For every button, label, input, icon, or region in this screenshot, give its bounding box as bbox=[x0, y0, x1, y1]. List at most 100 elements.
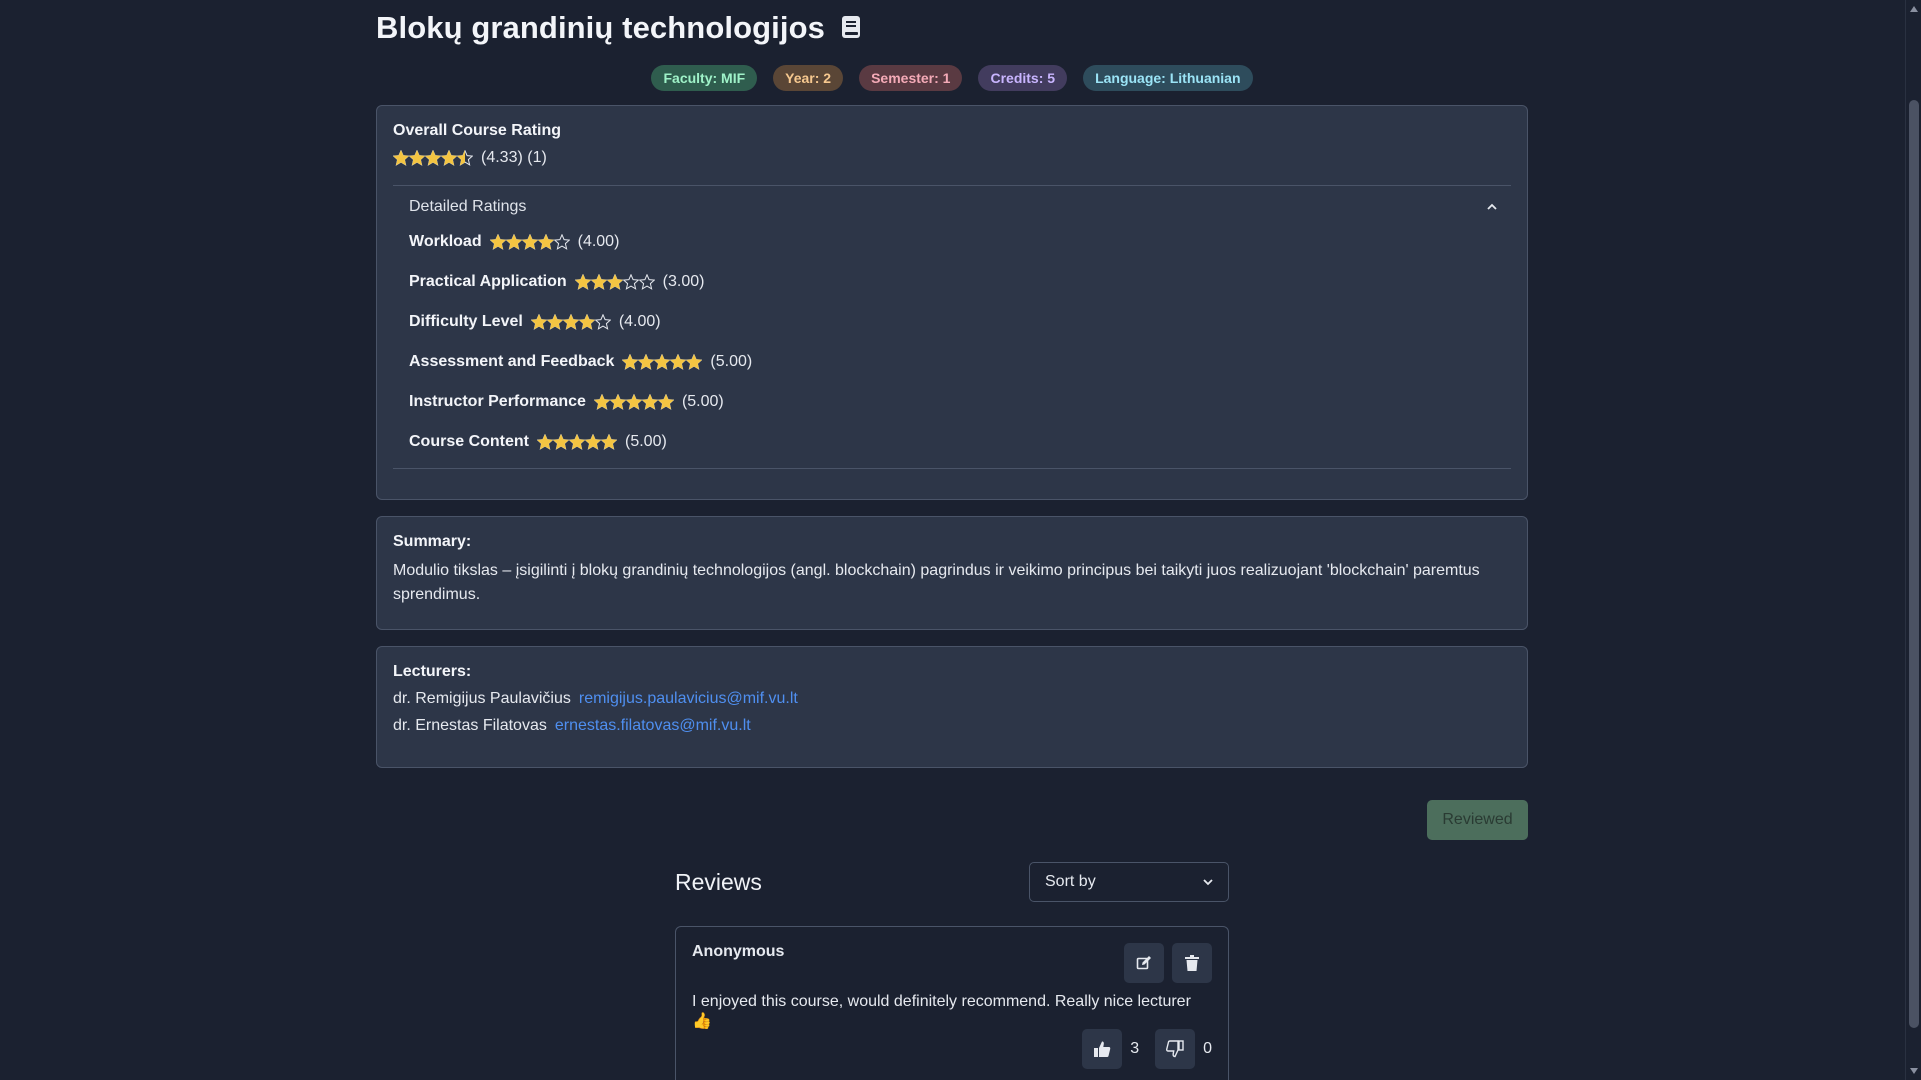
lecturers-title: Lecturers: bbox=[393, 663, 472, 680]
star-filled-icon bbox=[537, 234, 554, 250]
star-filled-icon bbox=[546, 314, 563, 330]
star-filled-icon bbox=[638, 354, 655, 370]
trash-icon bbox=[1185, 955, 1199, 971]
star-empty-icon bbox=[622, 274, 639, 290]
book-icon bbox=[841, 15, 863, 41]
scroll-up-icon[interactable] bbox=[1910, 6, 1918, 12]
lecturer-name: dr. Remigijus Paulavičius bbox=[393, 690, 571, 707]
star-filled-icon bbox=[562, 314, 579, 330]
detailed-ratings-title: Detailed Ratings bbox=[409, 198, 527, 215]
detail-rating-stars bbox=[622, 354, 703, 370]
scroll-thumb[interactable] bbox=[1909, 100, 1919, 1028]
detail-rating-stars bbox=[574, 274, 655, 290]
star-empty-icon bbox=[594, 314, 611, 330]
star-empty-icon bbox=[638, 274, 655, 290]
chevron-down-icon bbox=[1203, 879, 1213, 886]
star-filled-icon bbox=[686, 354, 703, 370]
sort-select[interactable]: Sort by bbox=[1029, 862, 1229, 902]
detail-rating-value: (5.00) bbox=[710, 353, 753, 370]
star-filled-icon bbox=[537, 434, 553, 450]
star-filled-icon bbox=[569, 434, 585, 450]
course-badge: Credits: 5 bbox=[978, 65, 1068, 91]
detail-rating-stars bbox=[593, 394, 674, 410]
chevron-up-icon bbox=[1487, 203, 1497, 210]
detail-rating-value: (5.00) bbox=[681, 393, 724, 410]
overall-stars bbox=[393, 150, 473, 166]
star-filled-icon bbox=[441, 150, 457, 166]
detail-rating-value: (5.00) bbox=[625, 433, 667, 450]
lecturer-name: dr. Ernestas Filatovas bbox=[393, 717, 547, 734]
detail-rating-stars bbox=[530, 314, 611, 330]
detailed-ratings-toggle[interactable]: Detailed Ratings bbox=[409, 196, 1497, 218]
star-filled-icon bbox=[590, 274, 607, 290]
course-page: Blokų grandinių technologijos Faculty: M… bbox=[376, 0, 1528, 840]
overall-rating-title: Overall Course Rating bbox=[393, 122, 562, 139]
reviews-section: Reviews Sort by Anonymous I enjoyed this… bbox=[675, 862, 1229, 1080]
star-filled-icon bbox=[521, 234, 538, 250]
detail-rating-stars bbox=[537, 434, 617, 450]
star-filled-icon bbox=[609, 394, 626, 410]
lecturers-card: Lecturers: dr. Remigijus Paulavičius rem… bbox=[376, 646, 1528, 768]
reviews-title: Reviews bbox=[675, 868, 762, 895]
detail-rating-row: Practical Application (3.00) bbox=[409, 262, 1495, 302]
star-filled-icon bbox=[425, 150, 441, 166]
vote-row: 3 0 bbox=[1082, 1029, 1212, 1069]
edit-review-button[interactable] bbox=[1124, 943, 1164, 983]
detail-rating-row: Difficulty Level (4.00) bbox=[409, 302, 1495, 342]
overall-rating-card: Overall Course Rating (4.33) (1) Detaile… bbox=[376, 105, 1528, 500]
detail-rating-value: (4.00) bbox=[577, 233, 620, 250]
detail-rating-label: Instructor Performance bbox=[409, 393, 586, 410]
overall-rating-line: (4.33) (1) bbox=[393, 149, 1511, 167]
review-card: Anonymous I enjoyed this course, would d… bbox=[675, 926, 1229, 1080]
dislike-count: 0 bbox=[1203, 1040, 1212, 1057]
detail-rows: Workload (4.00) Practical Application (3.00… bbox=[409, 222, 1495, 462]
star-filled-icon bbox=[625, 394, 642, 410]
detailed-ratings: Detailed Ratings Workload (4.00) Practical… bbox=[393, 185, 1511, 469]
detail-rating-label: Practical Application bbox=[409, 273, 567, 290]
reviewed-button[interactable]: Reviewed bbox=[1427, 800, 1528, 840]
detail-rating-label: Difficulty Level bbox=[409, 313, 523, 330]
detail-rating-row: Workload (4.00) bbox=[409, 222, 1495, 262]
like-count: 3 bbox=[1130, 1040, 1140, 1057]
star-filled-icon bbox=[654, 354, 671, 370]
star-filled-icon bbox=[553, 434, 569, 450]
star-filled-icon bbox=[409, 150, 425, 166]
delete-review-button[interactable] bbox=[1172, 943, 1212, 983]
title-row: Blokų grandinių technologijos bbox=[376, 0, 1528, 56]
detail-rating-row: Instructor Performance (5.00) bbox=[409, 382, 1495, 422]
detail-rating-label: Course Content bbox=[409, 433, 529, 450]
scroll-down-icon[interactable] bbox=[1910, 1068, 1918, 1074]
star-filled-icon bbox=[641, 394, 658, 410]
thumbs-down-icon bbox=[1166, 1040, 1184, 1058]
summary-card: Summary: Modulio tikslas – įsigilinti į … bbox=[376, 516, 1528, 630]
star-filled-icon bbox=[585, 434, 601, 450]
lecturer-email-link[interactable]: remigijus.paulavicius@mif.vu.lt bbox=[579, 690, 798, 708]
page-scrollbar[interactable] bbox=[1905, 0, 1921, 1080]
course-badge: Language: Lithuanian bbox=[1083, 65, 1253, 91]
dislike-button[interactable] bbox=[1155, 1029, 1196, 1069]
summary-text: Modulio tikslas – įsigilinti į blokų gra… bbox=[393, 562, 1480, 603]
course-badge: Faculty: MIF bbox=[651, 65, 758, 91]
star-filled-icon bbox=[606, 274, 623, 290]
review-text: I enjoyed this course, would definitely … bbox=[692, 993, 1191, 1030]
star-filled-icon bbox=[574, 274, 591, 290]
detail-rating-value: (4.00) bbox=[618, 313, 661, 330]
star-filled-icon bbox=[657, 394, 674, 410]
course-badge: Year: 2 bbox=[773, 65, 844, 91]
course-badges: Faculty: MIF Year: 2 Semester: 1 Credits: 5… bbox=[376, 65, 1528, 91]
overall-count: (1) bbox=[527, 149, 547, 166]
detail-rating-label: Workload bbox=[409, 233, 482, 250]
summary-title: Summary: bbox=[393, 533, 472, 550]
star-filled-icon bbox=[601, 434, 617, 450]
star-filled-icon bbox=[530, 314, 547, 330]
reviewed-row: Reviewed bbox=[376, 800, 1528, 840]
thumbs-up-icon bbox=[1094, 1041, 1111, 1057]
lecturer-email-link[interactable]: ernestas.filatovas@mif.vu.lt bbox=[555, 717, 751, 735]
star-filled-icon bbox=[393, 150, 409, 166]
lecturer-row: dr. Remigijus Paulavičius remigijus.paul… bbox=[393, 690, 1511, 708]
like-button[interactable] bbox=[1082, 1029, 1123, 1069]
detail-rating-value: (3.00) bbox=[662, 273, 705, 290]
detail-rating-row: Assessment and Feedback (5.00) bbox=[409, 342, 1495, 382]
course-badge: Semester: 1 bbox=[859, 65, 963, 91]
page-title: Blokų grandinių technologijos bbox=[376, 10, 825, 45]
